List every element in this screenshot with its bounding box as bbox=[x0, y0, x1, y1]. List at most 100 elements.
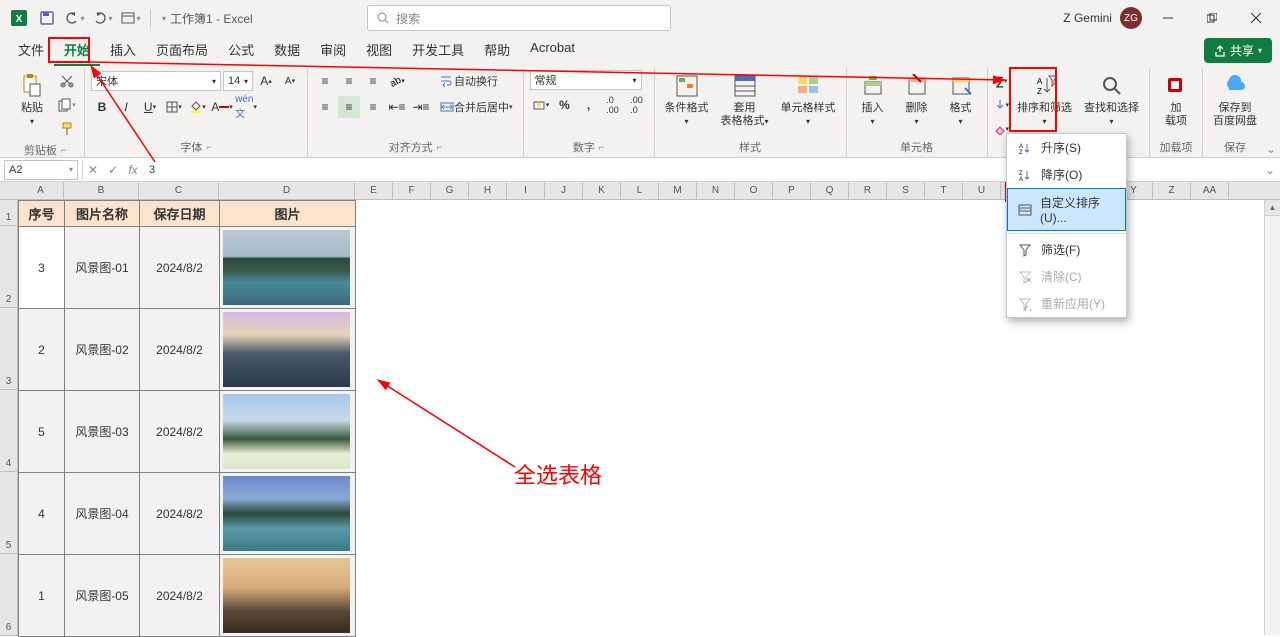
header-cell[interactable]: 序号 bbox=[19, 201, 65, 227]
cell-image[interactable] bbox=[220, 391, 356, 473]
tab-数据[interactable]: 数据 bbox=[264, 34, 310, 66]
accounting-format-button[interactable]: ▾ bbox=[530, 94, 552, 116]
col-header-G[interactable]: G bbox=[431, 182, 469, 199]
middle-align-button[interactable]: ≡ bbox=[338, 70, 360, 92]
row-header-4[interactable]: 4 bbox=[0, 390, 18, 472]
bold-button[interactable]: B bbox=[91, 96, 113, 118]
row-header-6[interactable]: 6 bbox=[0, 554, 18, 636]
col-header-D[interactable]: D bbox=[219, 182, 355, 199]
scroll-up-button[interactable]: ▲ bbox=[1265, 200, 1280, 216]
expand-formula-bar-button[interactable]: ⌄ bbox=[1260, 160, 1280, 180]
cell-name[interactable]: 风景图-01 bbox=[65, 227, 140, 309]
undo-button[interactable]: ▾ bbox=[62, 5, 88, 31]
sort-filter-button[interactable]: AZ排序和筛选▾ bbox=[1013, 70, 1076, 130]
cut-button[interactable] bbox=[56, 70, 78, 92]
col-header-C[interactable]: C bbox=[139, 182, 219, 199]
cell-image[interactable] bbox=[220, 309, 356, 391]
alignment-launcher[interactable]: ⌐ bbox=[437, 142, 442, 152]
share-button[interactable]: 共享 ▾ bbox=[1204, 38, 1272, 63]
thumbnail-image[interactable] bbox=[223, 230, 350, 305]
col-header-S[interactable]: S bbox=[887, 182, 925, 199]
search-input[interactable]: 搜索 bbox=[367, 5, 671, 31]
format-painter-button[interactable] bbox=[56, 118, 78, 140]
tab-Acrobat[interactable]: Acrobat bbox=[520, 34, 585, 66]
format-cells-button[interactable]: 格式▾ bbox=[941, 70, 981, 130]
col-header-H[interactable]: H bbox=[469, 182, 507, 199]
col-header-P[interactable]: P bbox=[773, 182, 811, 199]
cell-name[interactable]: 风景图-05 bbox=[65, 555, 140, 637]
top-align-button[interactable]: ≡ bbox=[314, 70, 336, 92]
sort-asc-item[interactable]: AZ升序(S) bbox=[1007, 134, 1126, 161]
decrease-decimal-button[interactable]: .00.0 bbox=[626, 94, 648, 116]
tab-文件[interactable]: 文件 bbox=[8, 34, 54, 66]
cell-seq[interactable]: 1 bbox=[19, 555, 65, 637]
header-cell[interactable]: 图片名称 bbox=[65, 201, 140, 227]
col-header-Q[interactable]: Q bbox=[811, 182, 849, 199]
increase-indent-button[interactable]: ⇥≡ bbox=[410, 96, 432, 118]
tab-开始[interactable]: 开始 bbox=[54, 34, 100, 66]
decrease-font-button[interactable]: A▾ bbox=[279, 70, 301, 92]
filter-item[interactable]: 筛选(F) bbox=[1007, 236, 1126, 263]
col-header-F[interactable]: F bbox=[393, 182, 431, 199]
close-button[interactable] bbox=[1238, 4, 1274, 32]
number-launcher[interactable]: ⌐ bbox=[599, 142, 604, 152]
col-header-AA[interactable]: AA bbox=[1191, 182, 1229, 199]
customize-qat-button[interactable]: ▾ bbox=[118, 5, 144, 31]
minimize-button[interactable] bbox=[1150, 4, 1186, 32]
cell-name[interactable]: 风景图-04 bbox=[65, 473, 140, 555]
comma-button[interactable]: , bbox=[578, 94, 600, 116]
right-align-button[interactable]: ≡ bbox=[362, 96, 384, 118]
thumbnail-image[interactable] bbox=[223, 558, 350, 633]
cell-date[interactable]: 2024/8/2 bbox=[140, 555, 220, 637]
col-header-R[interactable]: R bbox=[849, 182, 887, 199]
tab-插入[interactable]: 插入 bbox=[100, 34, 146, 66]
col-header-I[interactable]: I bbox=[507, 182, 545, 199]
tab-开发工具[interactable]: 开发工具 bbox=[402, 34, 474, 66]
maximize-button[interactable] bbox=[1194, 4, 1230, 32]
excel-app-icon[interactable]: X bbox=[6, 5, 32, 31]
tab-页面布局[interactable]: 页面布局 bbox=[146, 34, 218, 66]
cell-styles-button[interactable]: 单元格样式▾ bbox=[777, 70, 840, 130]
col-header-L[interactable]: L bbox=[621, 182, 659, 199]
addins-button[interactable]: 加 载项 bbox=[1156, 70, 1196, 130]
col-header-T[interactable]: T bbox=[925, 182, 963, 199]
row-header-1[interactable]: 1 bbox=[0, 200, 18, 226]
cell-seq[interactable]: 4 bbox=[19, 473, 65, 555]
collapse-ribbon-button[interactable]: ⌄ bbox=[1266, 142, 1276, 156]
cell-image[interactable] bbox=[220, 227, 356, 309]
clipboard-launcher[interactable]: ⌐ bbox=[61, 145, 66, 155]
font-launcher[interactable]: ⌐ bbox=[206, 142, 211, 152]
font-color-button[interactable]: A▾ bbox=[211, 96, 233, 118]
border-button[interactable]: ▾ bbox=[163, 96, 185, 118]
user-name[interactable]: Z Gemini bbox=[1063, 11, 1112, 25]
phonetic-button[interactable]: wén文▾ bbox=[235, 96, 257, 118]
underline-button[interactable]: U▾ bbox=[139, 96, 161, 118]
col-header-B[interactable]: B bbox=[64, 182, 139, 199]
tab-视图[interactable]: 视图 bbox=[356, 34, 402, 66]
cell-image[interactable] bbox=[220, 555, 356, 637]
italic-button[interactable]: I bbox=[115, 96, 137, 118]
baidu-save-button[interactable]: 保存到 百度网盘 bbox=[1209, 70, 1261, 130]
cell-date[interactable]: 2024/8/2 bbox=[140, 227, 220, 309]
insert-cells-button[interactable]: 插入▾ bbox=[853, 70, 893, 130]
delete-cells-button[interactable]: 删除▾ bbox=[897, 70, 937, 130]
copy-button[interactable]: ▾ bbox=[56, 94, 78, 116]
cell-date[interactable]: 2024/8/2 bbox=[140, 391, 220, 473]
sort-desc-item[interactable]: ZA降序(O) bbox=[1007, 161, 1126, 188]
vertical-scrollbar[interactable]: ▲ bbox=[1264, 200, 1280, 635]
thumbnail-image[interactable] bbox=[223, 476, 350, 551]
row-header-2[interactable]: 2 bbox=[0, 226, 18, 308]
increase-font-button[interactable]: A▴ bbox=[255, 70, 277, 92]
data-table[interactable]: 序号图片名称保存日期图片3风景图-012024/8/22风景图-022024/8… bbox=[18, 200, 356, 637]
autosum-button[interactable]: ∑▾ bbox=[994, 70, 1010, 92]
wrap-text-button[interactable]: 自动换行 bbox=[436, 70, 502, 92]
col-header-N[interactable]: N bbox=[697, 182, 735, 199]
font-name-combo[interactable]: 宋体▾ bbox=[91, 71, 221, 91]
cell-seq[interactable]: 5 bbox=[19, 391, 65, 473]
header-cell[interactable]: 保存日期 bbox=[140, 201, 220, 227]
redo-button[interactable]: ▾ bbox=[90, 5, 116, 31]
name-box[interactable]: A2▾ bbox=[4, 160, 78, 180]
col-header-E[interactable]: E bbox=[355, 182, 393, 199]
col-header-J[interactable]: J bbox=[545, 182, 583, 199]
header-cell[interactable]: 图片 bbox=[220, 201, 356, 227]
